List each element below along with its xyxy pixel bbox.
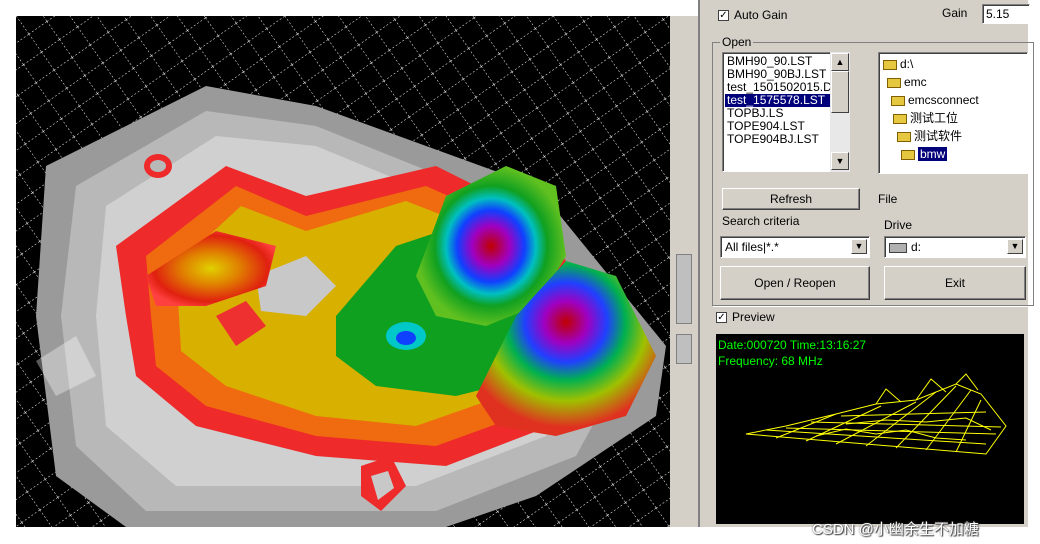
folder-node[interactable]: 测试工位	[883, 109, 1027, 127]
open-group-title: Open	[720, 35, 754, 49]
search-criteria-value: All files|*.*	[725, 240, 779, 254]
scroll-thumb-lower[interactable]	[676, 334, 692, 364]
3d-plot-viewport[interactable]	[16, 16, 670, 527]
gain-label: Gain	[942, 6, 968, 20]
preview-pane: Date:000720 Time:13:16:27 Frequency: 68 …	[716, 334, 1024, 524]
folder-icon	[883, 59, 897, 70]
file-list-scroll-thumb[interactable]	[831, 71, 849, 113]
gain-value: 5.15	[986, 7, 1010, 21]
search-criteria-label: Search criteria	[722, 214, 800, 228]
folder-node[interactable]: d:\	[883, 55, 1027, 73]
folder-icon	[891, 95, 905, 106]
folder-icon	[887, 77, 901, 88]
folder-node[interactable]: 测试软件	[883, 127, 1027, 145]
drive-label: Drive	[884, 218, 913, 232]
folder-node-selected[interactable]: bmw	[883, 145, 1027, 163]
search-criteria-select[interactable]: All files|*.* ▼	[720, 236, 870, 258]
file-label: File	[878, 192, 898, 206]
gain-field[interactable]: 5.15	[982, 4, 1030, 24]
watermark: CSDN @小幽余生不加糖	[812, 521, 979, 538]
exit-button[interactable]: Exit	[884, 266, 1026, 300]
drive-value: d:	[911, 240, 922, 254]
scroll-down-icon[interactable]: ▼	[831, 152, 849, 170]
folder-tree[interactable]: d:\ emc emcsconnect 测试工位 测试软件 bmw	[878, 52, 1028, 174]
folder-node[interactable]: emcsconnect	[883, 91, 1027, 109]
scroll-thumb[interactable]	[676, 254, 692, 324]
splitter-scrollbar[interactable]	[670, 16, 698, 527]
preview-checkbox[interactable]: ✓	[716, 312, 727, 323]
folder-node[interactable]: emc	[883, 73, 1027, 91]
auto-gain-label: Auto Gain	[734, 8, 788, 22]
surface-plot	[16, 16, 670, 527]
control-panel: ✓ Auto Gain Gain 5.15 Open BMH90_90.LST …	[698, 0, 1034, 527]
wireframe-preview	[745, 373, 1007, 455]
refresh-button[interactable]: Refresh	[722, 188, 860, 210]
preview-label: Preview	[732, 310, 775, 324]
chevron-down-icon[interactable]: ▼	[851, 239, 867, 254]
scroll-up-icon[interactable]: ▲	[831, 53, 849, 71]
folder-open-icon	[901, 149, 915, 160]
auto-gain-checkbox[interactable]: ✓	[718, 10, 729, 21]
drive-select[interactable]: d: ▼	[884, 236, 1026, 258]
chevron-down-icon[interactable]: ▼	[1007, 239, 1023, 254]
file-list-scrollbar[interactable]: ▲ ▼	[830, 52, 850, 172]
open-reopen-button[interactable]: Open / Reopen	[720, 266, 870, 300]
folder-icon	[897, 131, 911, 142]
folder-icon	[893, 113, 907, 124]
drive-icon	[889, 242, 907, 253]
